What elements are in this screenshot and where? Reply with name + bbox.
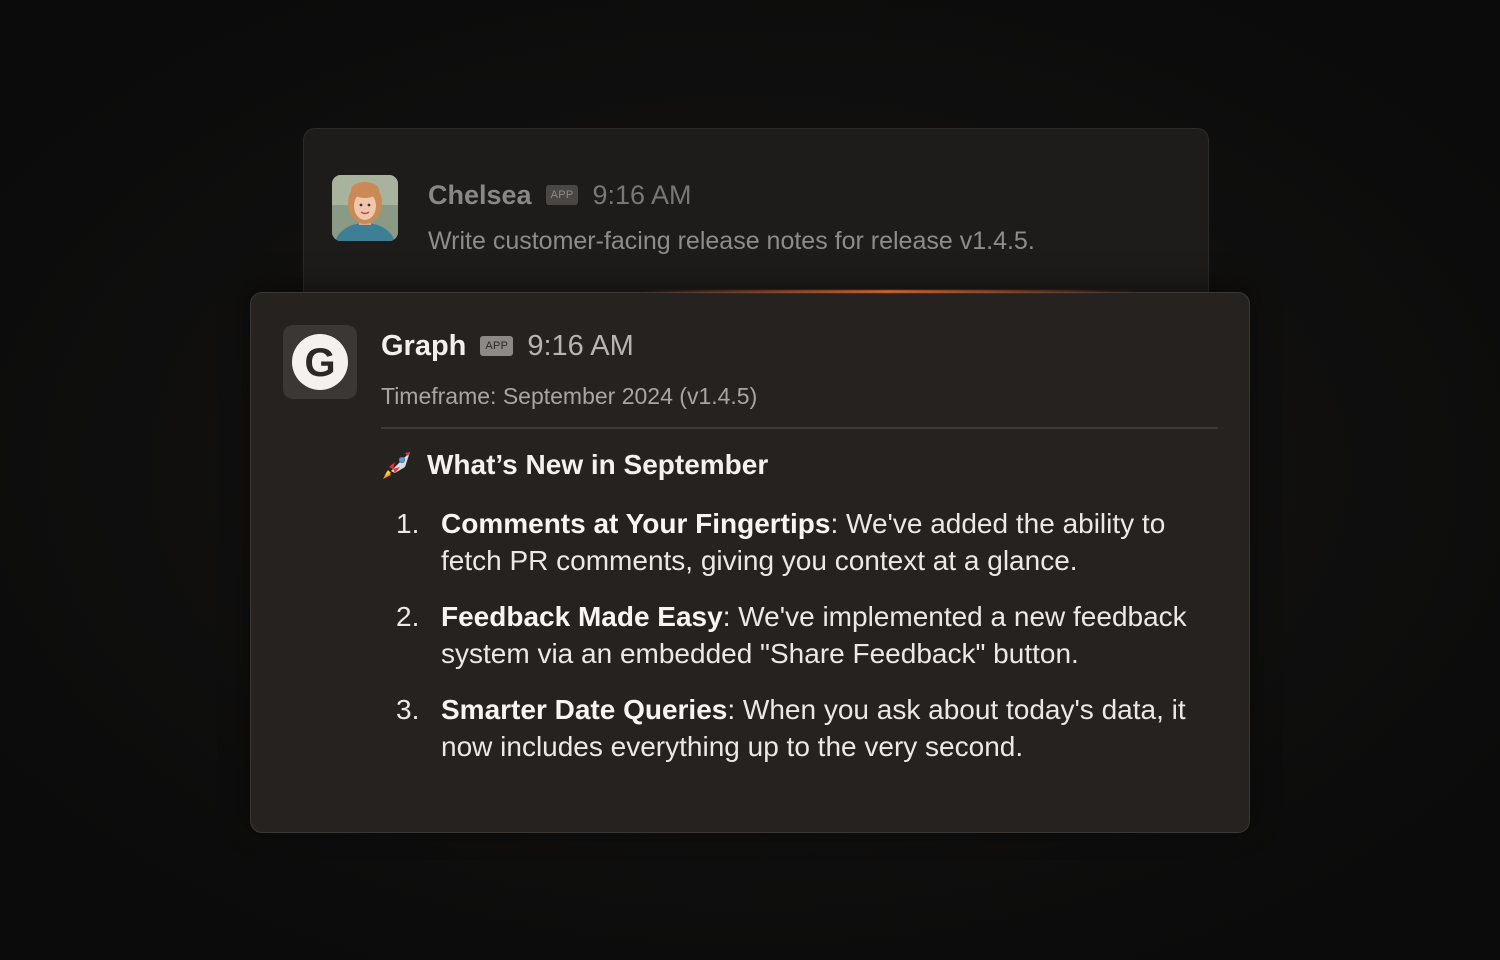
list-item-body: Comments at Your Fingertips: We've added… <box>441 505 1226 579</box>
user-avatar[interactable] <box>332 175 398 241</box>
message-timestamp[interactable]: 9:16 AM <box>592 180 691 211</box>
section-heading: What’s New in September <box>381 449 768 481</box>
user-name[interactable]: Chelsea <box>428 180 532 211</box>
release-notes-list: 1. Comments at Your Fingertips: We've ad… <box>396 505 1226 784</box>
app-badge: APP <box>480 336 514 356</box>
graph-logo-avatar[interactable]: G <box>283 325 357 399</box>
list-item-body: Feedback Made Easy: We've implemented a … <box>441 598 1226 672</box>
user-message-text: Write customer-facing release notes for … <box>428 227 1035 255</box>
message-timestamp[interactable]: 9:16 AM <box>527 330 633 363</box>
graph-logo-icon: G <box>292 334 348 390</box>
bot-name[interactable]: Graph <box>381 330 466 363</box>
rocket-icon <box>383 451 411 479</box>
timeframe-text: Timeframe: September 2024 (v1.4.5) <box>381 383 758 409</box>
bot-message-header: Graph APP 9:16 AM <box>381 325 634 367</box>
avatar-letter: G <box>304 341 335 385</box>
canvas: Chelsea APP 9:16 AM Write customer-facin… <box>0 0 1500 960</box>
list-item: 1. Comments at Your Fingertips: We've ad… <box>396 505 1226 579</box>
app-badge: APP <box>545 185 579 205</box>
list-item-body: Smarter Date Queries: When you ask about… <box>441 691 1226 765</box>
user-message-header: Chelsea APP 9:16 AM <box>428 175 692 215</box>
list-item-title: Feedback Made Easy <box>441 601 723 632</box>
list-item: 3. Smarter Date Queries: When you ask ab… <box>396 691 1226 765</box>
bot-message-card: G Graph APP 9:16 AM Timeframe: September… <box>250 292 1250 833</box>
list-item-number: 1. <box>396 508 420 539</box>
list-item: 2. Feedback Made Easy: We've implemented… <box>396 598 1226 672</box>
list-item-number: 2. <box>396 601 420 632</box>
section-heading-text: What’s New in September <box>427 449 769 480</box>
list-item-number: 3. <box>396 694 420 725</box>
accent-glow-line <box>640 290 1140 293</box>
divider <box>381 427 1218 429</box>
list-item-title: Comments at Your Fingertips <box>441 508 831 539</box>
list-item-title: Smarter Date Queries <box>441 694 728 725</box>
